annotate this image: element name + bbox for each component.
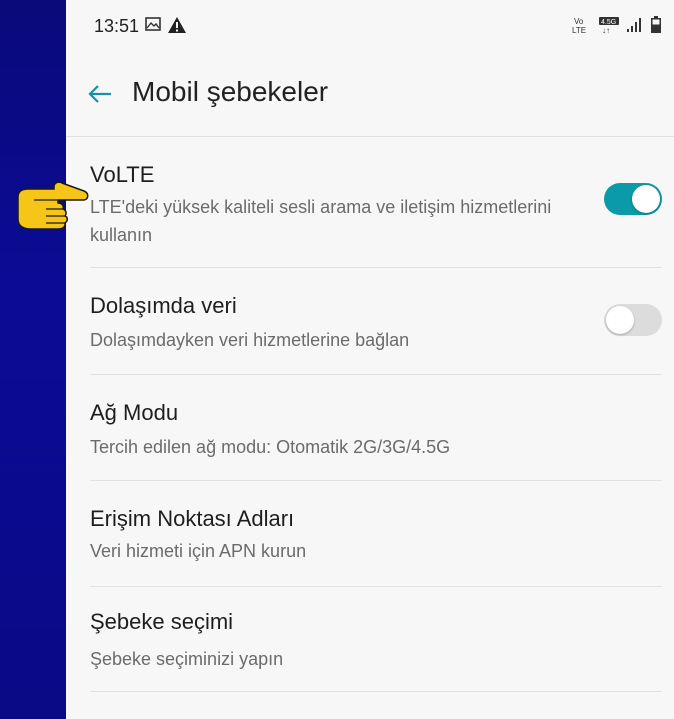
volte-icon: Vo LTE xyxy=(572,17,586,34)
list-item-volte[interactable]: VoLTE LTE'deki yüksek kaliteli sesli ara… xyxy=(90,137,662,268)
item-subtitle: Dolaşımdayken veri hizmetlerine bağlan xyxy=(90,330,410,350)
list-item-network-mode[interactable]: Ağ Modu Tercih edilen ağ modu: Otomatik … xyxy=(90,375,662,481)
list-item-apn[interactable]: Erişim Noktası Adları Veri hizmeti için … xyxy=(90,481,662,587)
item-title: Şebeke seçimi xyxy=(90,609,234,634)
image-icon xyxy=(145,17,161,31)
status-bar: 13:51 Vo LTE 4.5G ↓↑ xyxy=(66,0,674,56)
warning-icon xyxy=(168,17,186,33)
status-time: 13:51 xyxy=(94,16,140,36)
svg-text:Vo: Vo xyxy=(574,17,584,26)
phone-screen: 13:51 Vo LTE 4.5G ↓↑ Mobil şebekeler VoL… xyxy=(66,0,674,719)
item-title: VoLTE xyxy=(90,162,155,187)
battery-icon xyxy=(651,16,661,33)
toggle-knob xyxy=(632,185,660,213)
item-subtitle: Veri hizmeti için APN kurun xyxy=(90,541,307,561)
svg-text:LTE: LTE xyxy=(572,26,586,34)
list-item-network-selection[interactable]: Şebeke seçimi Şebeke seçiminizi yapın xyxy=(90,587,662,692)
svg-text:4.5G: 4.5G xyxy=(601,19,616,26)
item-title: Ağ Modu xyxy=(90,400,179,425)
item-subtitle: Şebeke seçiminizi yapın xyxy=(90,649,284,669)
toggle-knob xyxy=(606,306,634,334)
back-arrow-icon[interactable] xyxy=(86,80,114,108)
pointing-hand-icon xyxy=(17,181,89,230)
volte-toggle[interactable] xyxy=(604,183,662,215)
left-background-panel xyxy=(0,0,66,719)
app-header: Mobil şebekeler xyxy=(66,56,674,137)
item-subtitle: Tercih edilen ağ modu: Otomatik 2G/3G/4.… xyxy=(90,437,451,457)
data-roaming-toggle[interactable] xyxy=(604,304,662,336)
status-right-icons: Vo LTE 4.5G ↓↑ xyxy=(572,16,662,34)
svg-text:↓↑: ↓↑ xyxy=(602,26,610,34)
item-title: Erişim Noktası Adları xyxy=(90,506,295,531)
item-title: Dolaşımda veri xyxy=(90,293,237,318)
signal-icon xyxy=(627,18,641,32)
network-type-icon: 4.5G ↓↑ xyxy=(599,17,619,34)
page-title: Mobil şebekeler xyxy=(132,76,329,107)
item-subtitle: LTE'deki yüksek kaliteli sesli arama ve … xyxy=(90,197,552,245)
list-item-data-roaming[interactable]: Dolaşımda veri Dolaşımdayken veri hizmet… xyxy=(90,268,662,375)
